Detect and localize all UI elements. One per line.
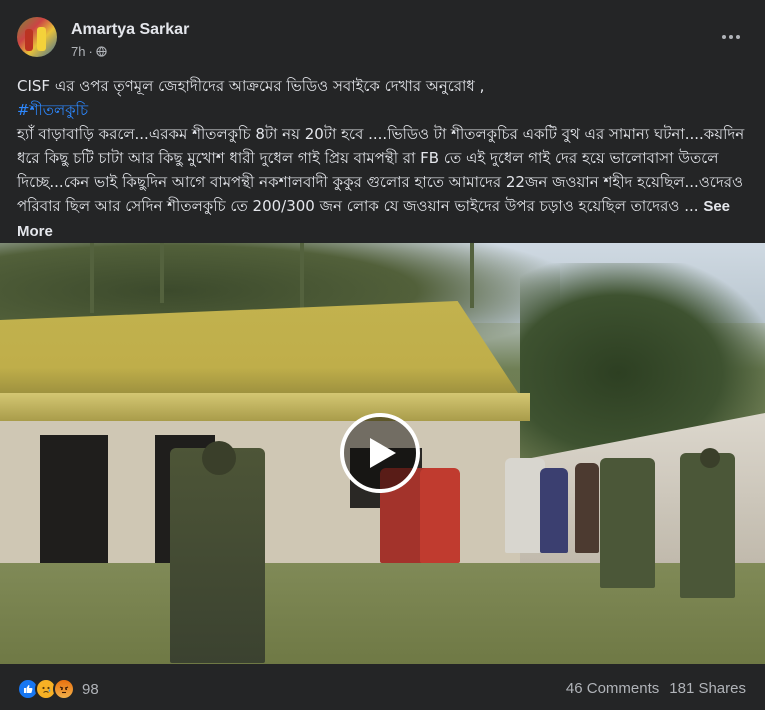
author-avatar[interactable] bbox=[17, 17, 57, 57]
meta-separator: · bbox=[88, 44, 93, 59]
globe-icon[interactable] bbox=[96, 46, 107, 57]
post-text: CISF এর ওপর তৃণমূল জেহাদীদের আক্রমের ভিড… bbox=[17, 74, 748, 244]
shares-count-link[interactable]: 181 Shares bbox=[669, 680, 746, 697]
facebook-post: Amartya Sarkar 7h · CISF এর ওপর তৃণমূল জ… bbox=[0, 0, 765, 710]
video-player[interactable] bbox=[0, 243, 765, 664]
angry-reaction-icon bbox=[53, 678, 75, 700]
author-name[interactable]: Amartya Sarkar bbox=[71, 21, 189, 39]
post-header: Amartya Sarkar 7h · bbox=[17, 17, 748, 67]
post-headline: CISF এর ওপর তৃণমূল জেহাদীদের আক্রমের ভিড… bbox=[17, 77, 485, 95]
reactions-summary[interactable]: 98 bbox=[17, 678, 99, 700]
reaction-count: 98 bbox=[82, 680, 99, 698]
more-options-icon[interactable] bbox=[717, 27, 745, 47]
hashtag-link[interactable]: #শীতলকুচি bbox=[17, 101, 88, 119]
play-icon bbox=[370, 438, 396, 468]
post-footer: 98 46 Comments 181 Shares bbox=[0, 664, 765, 710]
play-button[interactable] bbox=[340, 413, 420, 493]
comments-count-link[interactable]: 46 Comments bbox=[566, 680, 659, 697]
post-meta: 7h · bbox=[71, 44, 107, 59]
post-body: হ্যাঁ বাড়াবাড়ি করলে...এরকম শীতলকুচি 8ট… bbox=[17, 125, 745, 215]
post-time[interactable]: 7h bbox=[71, 44, 85, 59]
post-stats: 46 Comments 181 Shares bbox=[566, 680, 746, 697]
